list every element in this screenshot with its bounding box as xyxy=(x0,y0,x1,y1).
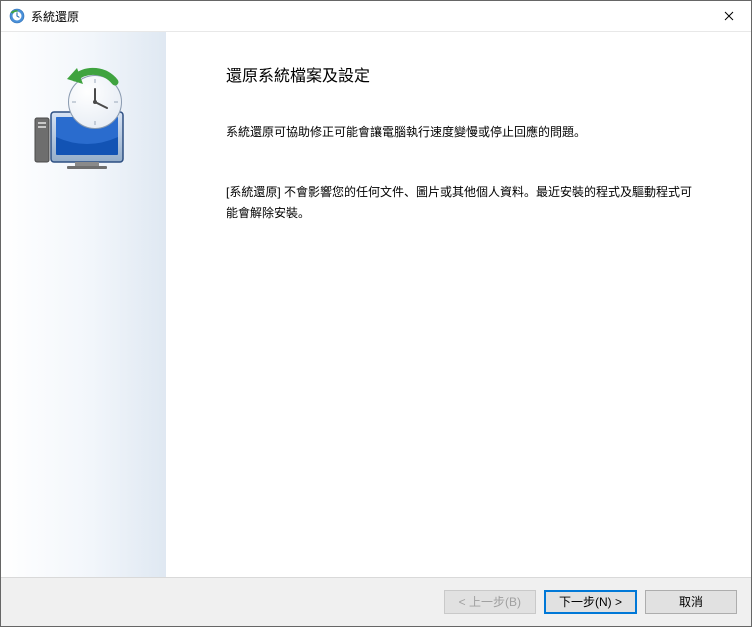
paragraph-note: [系統還原] 不會影響您的任何文件、圖片或其他個人資料。最近安裝的程式及驅動程式… xyxy=(226,182,701,223)
back-button: < 上一步(B) xyxy=(444,590,536,614)
window-title: 系統還原 xyxy=(31,8,706,25)
system-restore-icon xyxy=(9,8,25,24)
next-button[interactable]: 下一步(N) > xyxy=(544,590,637,614)
wizard-sidebar xyxy=(1,32,166,577)
close-icon xyxy=(724,11,734,21)
system-restore-graphic-icon xyxy=(29,161,139,175)
page-heading: 還原系統檔案及設定 xyxy=(226,62,701,86)
wizard-content: 還原系統檔案及設定 系統還原可協助修正可能會讓電腦執行速度變慢或停止回應的問題。… xyxy=(166,32,751,577)
system-restore-window: 系統還原 xyxy=(0,0,752,627)
cancel-button[interactable]: 取消 xyxy=(645,590,737,614)
close-button[interactable] xyxy=(706,2,751,31)
titlebar: 系統還原 xyxy=(1,1,751,32)
wizard-body: 還原系統檔案及設定 系統還原可協助修正可能會讓電腦執行速度變慢或停止回應的問題。… xyxy=(1,32,751,577)
wizard-footer: < 上一步(B) 下一步(N) > 取消 xyxy=(1,577,751,626)
paragraph-intro: 系統還原可協助修正可能會讓電腦執行速度變慢或停止回應的問題。 xyxy=(226,122,701,142)
